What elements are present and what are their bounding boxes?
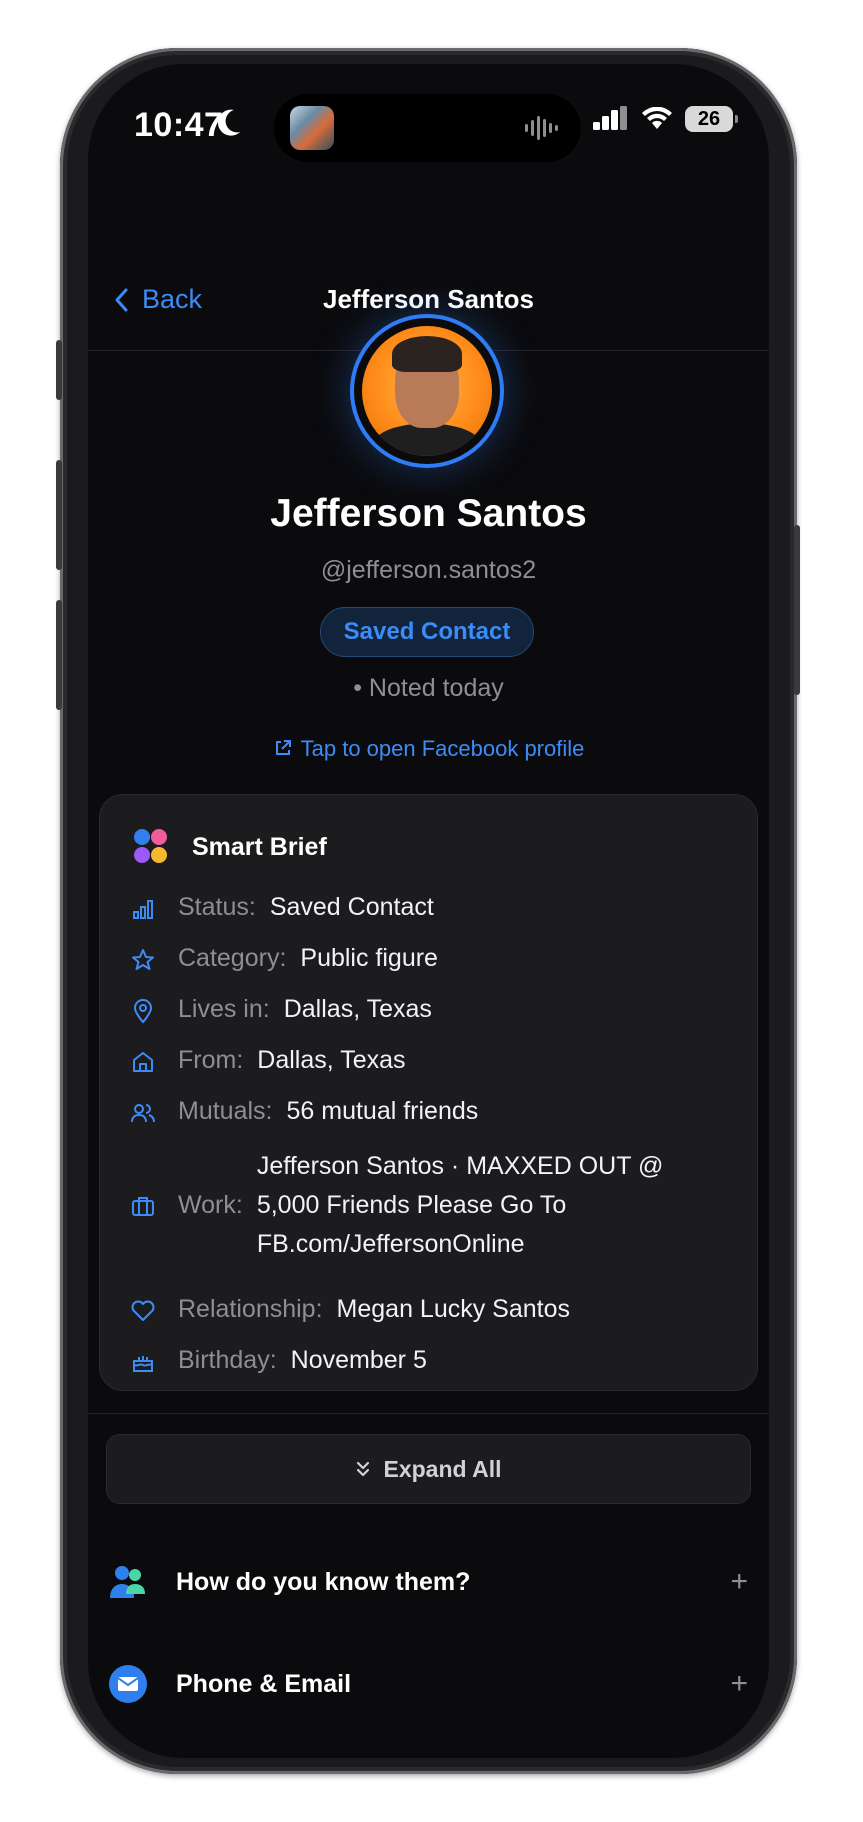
people-icon (108, 1562, 148, 1602)
section-title: How do you know them? (176, 1567, 471, 1596)
battery-indicator: 26 (685, 106, 738, 132)
expand-all-label: Expand All (383, 1455, 502, 1482)
heart-icon (128, 1296, 158, 1326)
action-button (56, 340, 62, 400)
power-button (794, 525, 800, 695)
status-indicators: 26 (593, 106, 738, 132)
app-screen: 10:47 26 Back Jefferson Santos Jefferson… (88, 64, 769, 1758)
chevrons-down-icon (356, 1461, 369, 1477)
brief-row-mutuals: Mutuals: 56 mutual friends (128, 1097, 478, 1128)
home-icon (128, 1047, 158, 1077)
smart-brief-logo-icon (134, 829, 168, 865)
users-icon (128, 1098, 158, 1128)
profile-handle: @jefferson.santos2 (320, 556, 537, 584)
bar-chart-icon (128, 894, 158, 924)
brief-row-work: Work: Jefferson Santos · MAXXED OUT @ 5,… (128, 1147, 717, 1264)
audio-wave-icon (525, 116, 558, 140)
section-how-do-you-know-them[interactable]: How do you know them? + (108, 1552, 748, 1612)
brief-row-birthday: Birthday: November 5 (128, 1346, 427, 1377)
nav-title: Jefferson Santos (323, 284, 534, 314)
brief-row-from: From: Dallas, Texas (128, 1046, 406, 1077)
status-time: 10:47 (134, 106, 224, 144)
volume-up-button (56, 460, 62, 570)
section-divider (88, 1413, 769, 1414)
mail-icon (108, 1664, 148, 1704)
plus-icon[interactable]: + (730, 1667, 748, 1701)
volume-down-button (56, 600, 62, 710)
avatar[interactable] (350, 314, 504, 468)
brief-row-lives-in: Lives in: Dallas, Texas (128, 995, 432, 1026)
status-badge[interactable]: Saved Contact (320, 607, 534, 657)
noted-timestamp: • Noted today (353, 674, 504, 702)
brief-row-category: Category: Public figure (128, 944, 438, 975)
dynamic-island (274, 94, 581, 162)
moon-icon (217, 109, 240, 136)
app-thumbnail-icon (290, 106, 334, 150)
brief-row-relationship: Relationship: Megan Lucky Santos (128, 1295, 570, 1326)
smart-brief-title: Smart Brief (192, 832, 327, 861)
section-phone-email[interactable]: Phone & Email + (108, 1654, 748, 1714)
location-pin-icon (128, 996, 158, 1026)
profile-name: Jefferson Santos (270, 492, 587, 535)
expand-all-button[interactable]: Expand All (106, 1434, 751, 1504)
external-link-icon (275, 740, 291, 755)
cake-icon (128, 1347, 158, 1377)
avatar-photo (362, 326, 492, 456)
plus-icon[interactable]: + (730, 1565, 748, 1599)
cellular-signal-icon (593, 106, 627, 130)
wifi-icon (642, 107, 672, 129)
brief-row-status: Status: Saved Contact (128, 893, 434, 924)
star-icon (128, 945, 158, 975)
facebook-profile-link[interactable]: Tap to open Facebook profile (88, 736, 769, 762)
section-title: Phone & Email (176, 1669, 352, 1698)
facebook-link-label: Tap to open Facebook profile (300, 736, 585, 761)
briefcase-icon (128, 1191, 158, 1221)
smart-brief-card: Smart Brief Status: Saved Contact Catego… (99, 794, 758, 1391)
